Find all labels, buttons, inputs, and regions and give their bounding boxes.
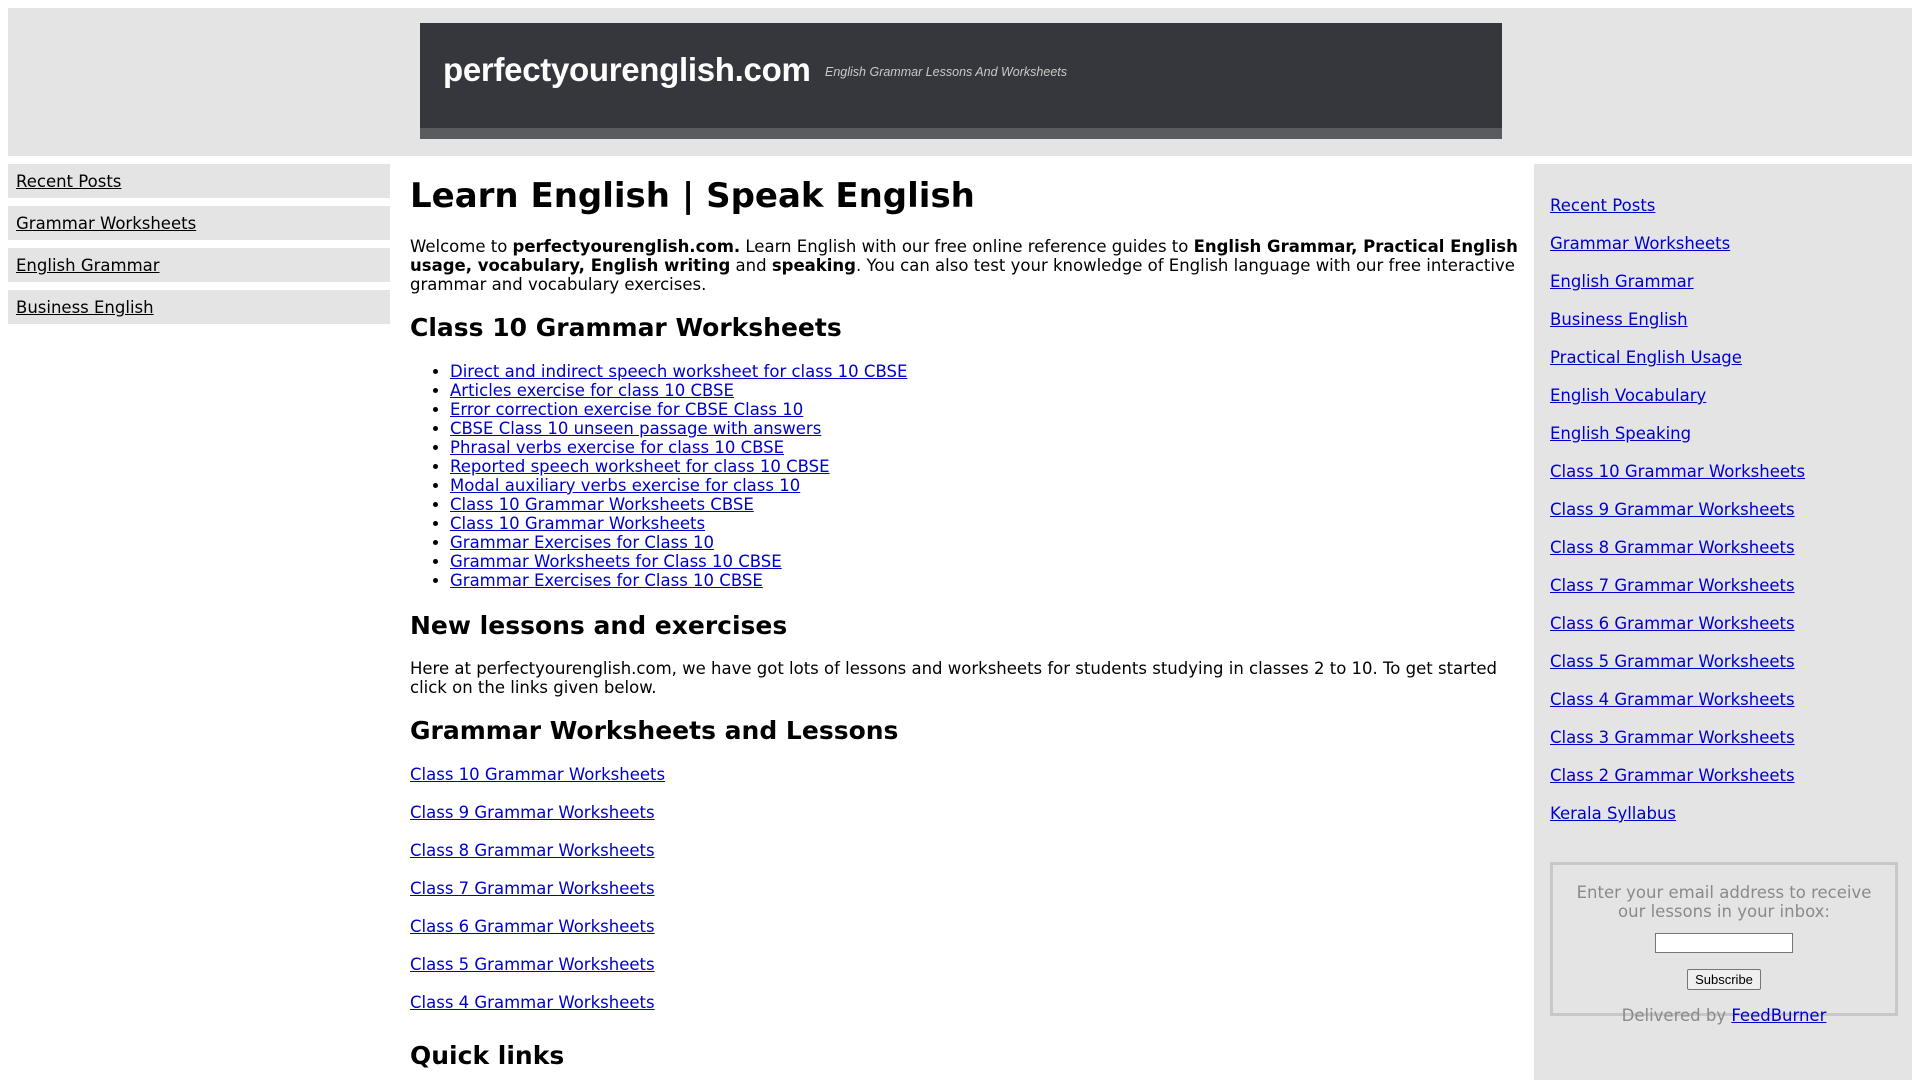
page-title: Learn English | Speak English xyxy=(410,176,975,216)
sidebar-link-english-vocabulary[interactable]: English Vocabulary xyxy=(1550,386,1912,405)
main-content: Learn English | Speak English Welcome to… xyxy=(410,172,1520,1089)
right-sidebar: Recent Posts Grammar Worksheets English … xyxy=(1534,164,1912,1080)
worksheet-link-class-5[interactable]: Class 5 Grammar Worksheets xyxy=(410,955,1520,974)
worksheet-link-class-4[interactable]: Class 4 Grammar Worksheets xyxy=(410,993,1520,1012)
worksheet-link-class-7[interactable]: Class 7 Grammar Worksheets xyxy=(410,879,1520,898)
sidebar-link-recent-posts[interactable]: Recent Posts xyxy=(1550,196,1912,215)
sidebar-link-english-grammar[interactable]: English Grammar xyxy=(1550,272,1912,291)
class10-link[interactable]: Direct and indirect speech worksheet for… xyxy=(450,362,907,381)
list-item: Class 10 Grammar Worksheets xyxy=(450,514,1520,533)
list-item: Grammar Exercises for Class 10 CBSE xyxy=(450,571,1520,590)
list-item: Reported speech worksheet for class 10 C… xyxy=(450,457,1520,476)
worksheet-link-class-8[interactable]: Class 8 Grammar Worksheets xyxy=(410,841,1520,860)
left-nav-item-english-grammar[interactable]: English Grammar xyxy=(8,248,390,282)
class10-link[interactable]: CBSE Class 10 unseen passage with answer… xyxy=(450,419,821,438)
sidebar-link-practical-english-usage[interactable]: Practical English Usage xyxy=(1550,348,1912,367)
sidebar-link-business-english[interactable]: Business English xyxy=(1550,310,1912,329)
subscribe-button[interactable]: Subscribe xyxy=(1687,969,1761,990)
left-nav-item-grammar-worksheets[interactable]: Grammar Worksheets xyxy=(8,206,390,240)
intro-text-1: Learn English with our free online refer… xyxy=(740,237,1194,257)
site-banner[interactable]: perfectyourenglish.com English Grammar L… xyxy=(420,23,1502,139)
sidebar-link-class-4[interactable]: Class 4 Grammar Worksheets xyxy=(1550,690,1912,709)
sidebar-link-english-speaking[interactable]: English Speaking xyxy=(1550,424,1912,443)
list-item: Direct and indirect speech worksheet for… xyxy=(450,362,1520,381)
site-tagline: English Grammar Lessons And Worksheets xyxy=(825,65,1067,79)
sidebar-links: Recent Posts Grammar Worksheets English … xyxy=(1534,164,1912,823)
sidebar-link-class-3[interactable]: Class 3 Grammar Worksheets xyxy=(1550,728,1912,747)
new-lessons-text: Here at perfectyourenglish.com, we have … xyxy=(410,659,1498,698)
intro-text-2: and xyxy=(730,256,772,276)
sidebar-link-class-9[interactable]: Class 9 Grammar Worksheets xyxy=(1550,500,1912,519)
list-item: Error correction exercise for CBSE Class… xyxy=(450,400,1520,419)
class10-link[interactable]: Phrasal verbs exercise for class 10 CBSE xyxy=(450,438,784,457)
worksheet-link-class-9[interactable]: Class 9 Grammar Worksheets xyxy=(410,803,1520,822)
worksheet-links: Class 10 Grammar Worksheets Class 9 Gram… xyxy=(410,765,1520,1012)
left-nav-item-business-english[interactable]: Business English xyxy=(8,290,390,324)
sidebar-link-class-10[interactable]: Class 10 Grammar Worksheets xyxy=(1550,462,1912,481)
class10-link[interactable]: Class 10 Grammar Worksheets xyxy=(450,514,705,533)
list-item: Class 10 Grammar Worksheets CBSE xyxy=(450,495,1520,514)
list-item: Grammar Worksheets for Class 10 CBSE xyxy=(450,552,1520,571)
delivered-by-label: Delivered by xyxy=(1621,1006,1732,1025)
list-item: Grammar Exercises for Class 10 xyxy=(450,533,1520,552)
class10-list: Direct and indirect speech worksheet for… xyxy=(410,362,1520,590)
email-field[interactable] xyxy=(1655,933,1793,953)
class10-link[interactable]: Reported speech worksheet for class 10 C… xyxy=(450,457,830,476)
sidebar-link-class-2[interactable]: Class 2 Grammar Worksheets xyxy=(1550,766,1912,785)
worksheet-link-class-6[interactable]: Class 6 Grammar Worksheets xyxy=(410,917,1520,936)
feedburner-link[interactable]: FeedBurner xyxy=(1731,1006,1826,1025)
class10-link[interactable]: Grammar Worksheets for Class 10 CBSE xyxy=(450,552,782,571)
sidebar-link-kerala-syllabus[interactable]: Kerala Syllabus xyxy=(1550,804,1912,823)
class10-link[interactable]: Error correction exercise for CBSE Class… xyxy=(450,400,803,419)
class10-link[interactable]: Class 10 Grammar Worksheets CBSE xyxy=(450,495,754,514)
class10-heading: Class 10 Grammar Worksheets xyxy=(410,313,842,343)
banner-strip xyxy=(420,128,1502,139)
new-lessons-heading: New lessons and exercises xyxy=(410,610,788,640)
left-nav: Recent Posts Grammar Worksheets English … xyxy=(8,164,390,332)
class10-link[interactable]: Grammar Exercises for Class 10 xyxy=(450,533,714,552)
left-nav-item-recent-posts[interactable]: Recent Posts xyxy=(8,164,390,198)
class10-link[interactable]: Articles exercise for class 10 CBSE xyxy=(450,381,734,400)
subscribe-prompt: Enter your email address to receive our … xyxy=(1576,883,1872,921)
delivered-by: Delivered by FeedBurner xyxy=(1553,1006,1895,1025)
list-item: Articles exercise for class 10 CBSE xyxy=(450,381,1520,400)
class10-link[interactable]: Modal auxiliary verbs exercise for class… xyxy=(450,476,800,495)
subscribe-box: Enter your email address to receive our … xyxy=(1550,862,1898,1025)
list-item: Phrasal verbs exercise for class 10 CBSE xyxy=(450,438,1520,457)
class10-link[interactable]: Grammar Exercises for Class 10 CBSE xyxy=(450,571,763,590)
sidebar-link-class-8[interactable]: Class 8 Grammar Worksheets xyxy=(1550,538,1912,557)
intro-bold-2: speaking xyxy=(771,256,856,276)
sidebar-link-class-7[interactable]: Class 7 Grammar Worksheets xyxy=(1550,576,1912,595)
sidebar-link-grammar-worksheets[interactable]: Grammar Worksheets xyxy=(1550,234,1912,253)
worksheet-link-class-10[interactable]: Class 10 Grammar Worksheets xyxy=(410,765,1520,784)
site-title[interactable]: perfectyourenglish.com xyxy=(443,51,811,89)
sidebar-link-class-5[interactable]: Class 5 Grammar Worksheets xyxy=(1550,652,1912,671)
list-item: CBSE Class 10 unseen passage with answer… xyxy=(450,419,1520,438)
intro-paragraph: Welcome to perfectyourenglish.com. Learn… xyxy=(410,237,1520,294)
intro-welcome: Welcome to xyxy=(410,237,513,257)
quick-links-heading: Quick links xyxy=(410,1040,565,1070)
worksheets-heading: Grammar Worksheets and Lessons xyxy=(410,716,899,746)
intro-site-name: perfectyourenglish.com. xyxy=(512,237,741,257)
list-item: Modal auxiliary verbs exercise for class… xyxy=(450,476,1520,495)
sidebar-link-class-6[interactable]: Class 6 Grammar Worksheets xyxy=(1550,614,1912,633)
